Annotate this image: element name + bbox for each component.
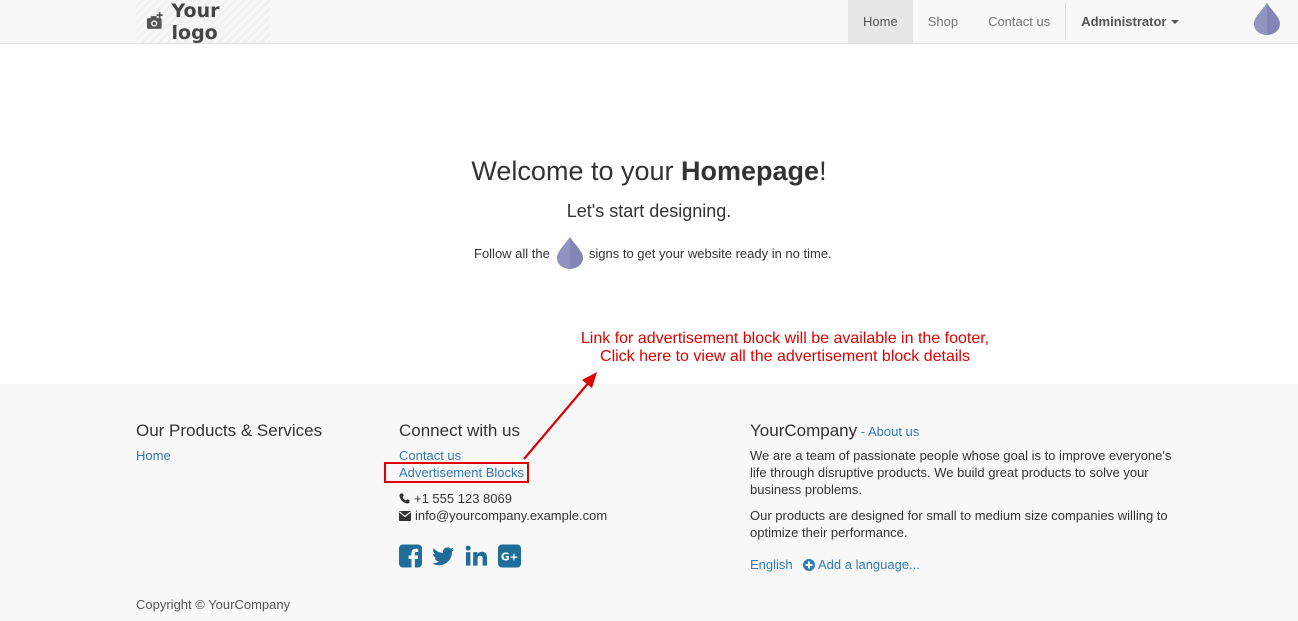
- logo-text: Your logo: [171, 0, 220, 44]
- annotation-line: Link for advertisement block will be ava…: [580, 330, 990, 347]
- add-language-link[interactable]: Add a language...: [803, 557, 920, 572]
- page-subtitle: Let's start designing.: [566, 201, 732, 221]
- nav-item-contact[interactable]: Contact us: [973, 0, 1065, 43]
- desc-line: business problems.: [750, 482, 862, 497]
- top-navbar: Your logo Home Shop Contact us Administr…: [0, 0, 1298, 44]
- annotation-text: Link for advertisement block will be ava…: [560, 330, 1010, 366]
- footer-email: info@yourcompany.example.com: [399, 507, 607, 524]
- user-name: Administrator: [1081, 14, 1167, 29]
- title-bold: Homepage: [681, 156, 820, 186]
- language-english-link[interactable]: English: [750, 557, 793, 572]
- svg-text:G+: G+: [501, 551, 518, 563]
- follow-text-post: signs to get your website ready in no ti…: [588, 245, 832, 261]
- annotation-highlight-box: [384, 462, 529, 483]
- footer-link-home[interactable]: Home: [136, 448, 171, 463]
- phone-number: +1 555 123 8069: [414, 491, 512, 506]
- follow-hint: Follow all the signs to get your website…: [474, 236, 832, 270]
- site-logo[interactable]: Your logo: [136, 0, 270, 44]
- twitter-icon[interactable]: [432, 544, 455, 568]
- nav-menu: Home Shop Contact us Administrator: [848, 0, 1194, 43]
- caret-down-icon: [1171, 19, 1180, 24]
- envelope-icon: [399, 510, 411, 521]
- site-footer: [0, 384, 1298, 621]
- desc-line: optimize their performance.: [750, 525, 908, 540]
- copyright-text: Copyright © YourCompany: [136, 597, 291, 612]
- title-suffix: !: [819, 156, 827, 186]
- follow-text-pre: Follow all the: [474, 245, 550, 261]
- social-links: G+: [399, 544, 521, 568]
- annotation-line: Click here to view all the advertisement…: [600, 348, 970, 365]
- company-name: YourCompany: [750, 421, 858, 440]
- google-plus-icon[interactable]: G+: [498, 544, 521, 568]
- title-prefix: Welcome to your: [471, 156, 682, 186]
- title-separator: -: [857, 424, 868, 439]
- facebook-icon[interactable]: [399, 544, 422, 568]
- plus-circle-icon: [803, 558, 815, 571]
- footer-company-title: YourCompany - About us: [750, 421, 919, 441]
- phone-icon: [399, 493, 410, 504]
- footer-connect-title: Connect with us: [399, 421, 520, 440]
- desc-line: life through disruptive products. We bui…: [750, 465, 1149, 480]
- company-description-2: Our products are designed for small to m…: [750, 507, 1168, 541]
- add-language-label: Add a language...: [818, 557, 920, 572]
- nav-item-shop[interactable]: Shop: [913, 0, 973, 43]
- nav-item-home[interactable]: Home: [848, 0, 913, 43]
- footer-products-title: Our Products & Services: [136, 421, 323, 440]
- page-title: Welcome to your Homepage!: [0, 156, 1298, 187]
- drop-icon[interactable]: [1252, 2, 1282, 36]
- desc-line: We are a team of passionate people whose…: [750, 448, 1172, 463]
- email-address: info@yourcompany.example.com: [415, 508, 608, 523]
- about-us-link[interactable]: About us: [868, 424, 919, 439]
- footer-phone: +1 555 123 8069: [399, 490, 512, 507]
- company-description-1: We are a team of passionate people whose…: [750, 447, 1171, 498]
- footer-link-contact[interactable]: Contact us: [399, 448, 461, 463]
- drop-icon: [556, 237, 583, 269]
- linkedin-icon[interactable]: [465, 544, 488, 568]
- desc-line: Our products are designed for small to m…: [750, 508, 1168, 523]
- user-menu[interactable]: Administrator: [1066, 0, 1194, 43]
- camera-icon: [146, 11, 163, 29]
